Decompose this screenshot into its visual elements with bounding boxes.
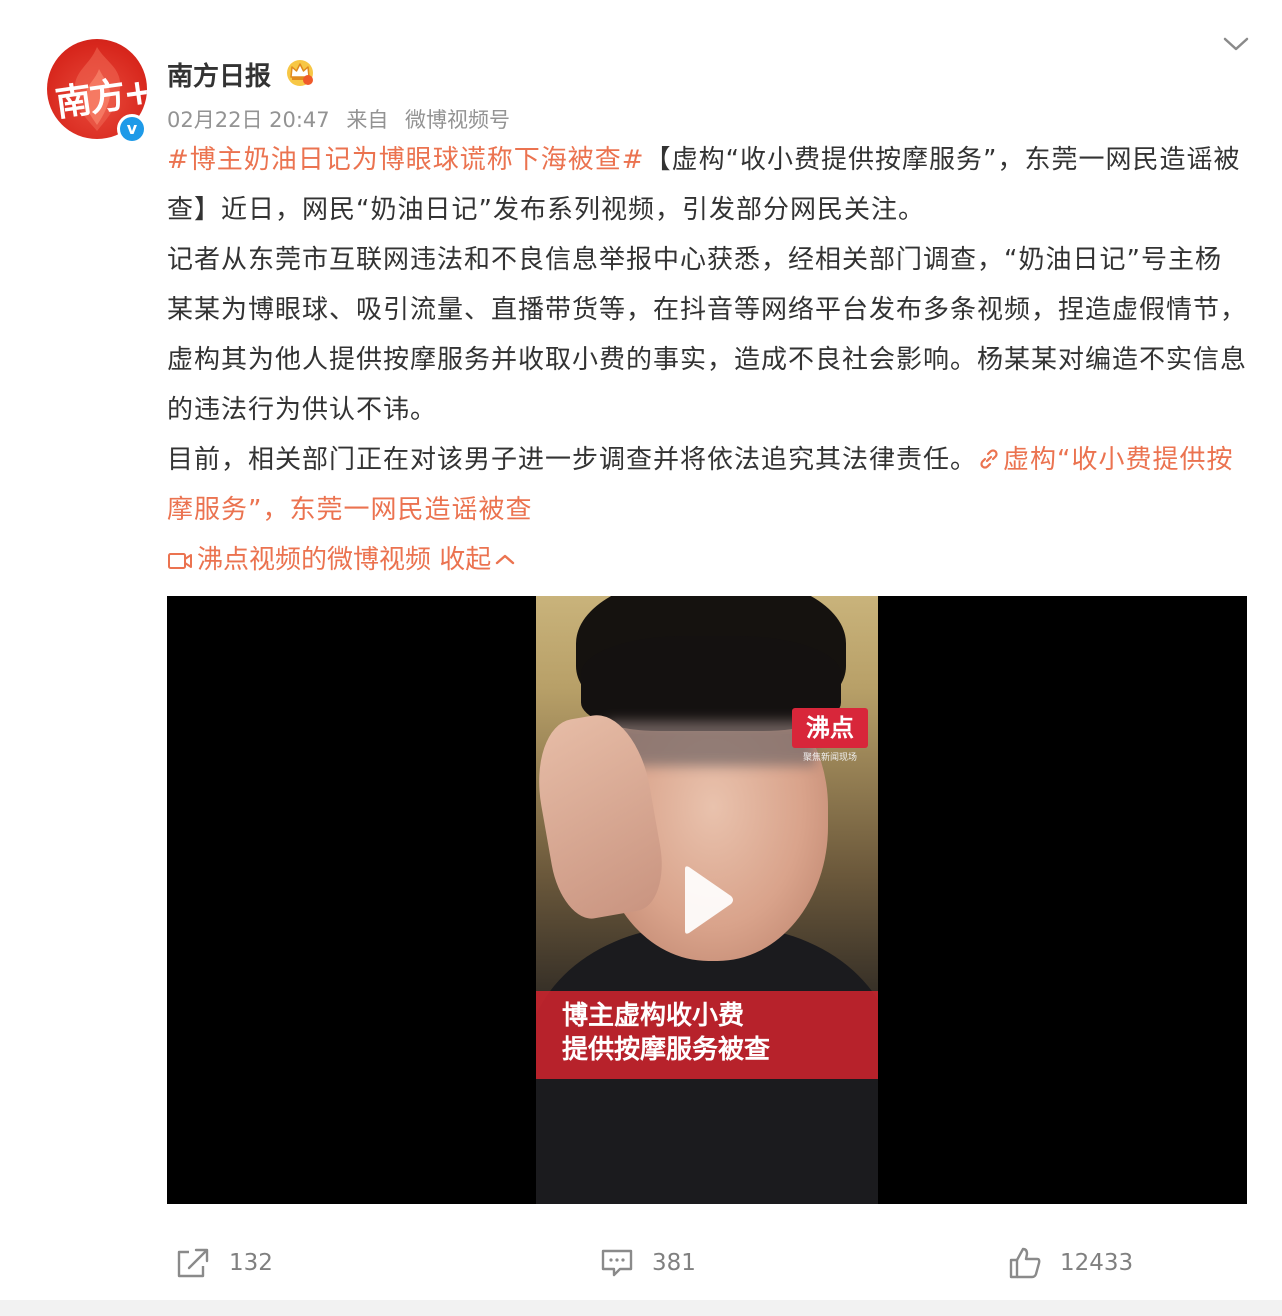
like-button[interactable]: 12433 — [1008, 1243, 1133, 1283]
like-count: 12433 — [1060, 1250, 1134, 1276]
forward-button[interactable]: 132 — [175, 1243, 273, 1283]
verified-badge: v — [117, 114, 147, 144]
hashtag-link[interactable]: #博主奶油日记为博眼球谎称下海被查# — [167, 145, 645, 175]
weibo-post-card: 南方+ v 南方日报 02月22日 20:47 来自 微博视频号 #博主奶油日记… — [0, 0, 1282, 1316]
verified-icon: v — [120, 117, 144, 141]
video-logo: 沸点 — [792, 708, 868, 748]
caption-line-1: 博主虚构收小费 — [562, 1001, 745, 1031]
post-body: #博主奶油日记为博眼球谎称下海被查#【虚构“收小费提供按摩服务”，东莞一网民造谣… — [167, 135, 1247, 535]
collapse-button[interactable]: 收起 — [439, 545, 516, 575]
video-caption: 博主虚构收小费 提供按摩服务被查 — [536, 991, 878, 1079]
author-name[interactable]: 南方日报 — [167, 56, 271, 93]
chevron-up-icon — [496, 554, 515, 565]
video-source-row: 沸点视频的微博视频 收起 — [167, 535, 516, 585]
video-camera-icon — [168, 552, 192, 569]
comment-icon — [601, 1249, 633, 1277]
comment-count: 381 — [652, 1250, 696, 1276]
share-icon — [177, 1248, 209, 1278]
post-source[interactable]: 微博视频号 — [405, 108, 510, 132]
comment-button[interactable]: 381 — [600, 1243, 696, 1283]
thumbs-up-icon — [1009, 1247, 1041, 1279]
caption-line-2: 提供按摩服务被查 — [562, 1035, 771, 1065]
source-prefix: 来自 — [346, 108, 389, 132]
paragraph-3-text: 目前，相关部门正在对该男子进一步调查并将依法追究其法律责任。 — [167, 445, 978, 475]
play-icon[interactable] — [677, 863, 737, 937]
paragraph-3: 目前，相关部门正在对该男子进一步调查并将依法追究其法律责任。 虚构“收小费提供按摩… — [167, 435, 1247, 535]
card-divider — [0, 1300, 1282, 1316]
post-date[interactable]: 02月22日 20:47 — [167, 108, 330, 132]
link-icon — [980, 449, 998, 469]
paragraph-2: 记者从东莞市互联网违法和不良信息举报中心获悉，经相关部门调查，“奶油日记”号主杨… — [167, 245, 1248, 425]
collapse-label: 收起 — [439, 545, 492, 575]
video-source-link[interactable]: 沸点视频的微博视频 — [197, 545, 431, 575]
video-player[interactable]: 沸点 聚焦新闻现场 博主虚构收小费 提供按摩服务被查 — [167, 596, 1247, 1204]
crown-icon[interactable] — [284, 56, 316, 88]
video-logo-sub: 聚焦新闻现场 — [802, 753, 857, 763]
paragraph-1: #博主奶油日记为博眼球谎称下海被查#【虚构“收小费提供按摩服务”，东莞一网民造谣… — [167, 135, 1247, 235]
forward-count: 132 — [229, 1250, 273, 1276]
chevron-down-icon[interactable] — [1222, 34, 1250, 54]
post-meta: 02月22日 20:47 来自 微博视频号 — [167, 104, 520, 134]
